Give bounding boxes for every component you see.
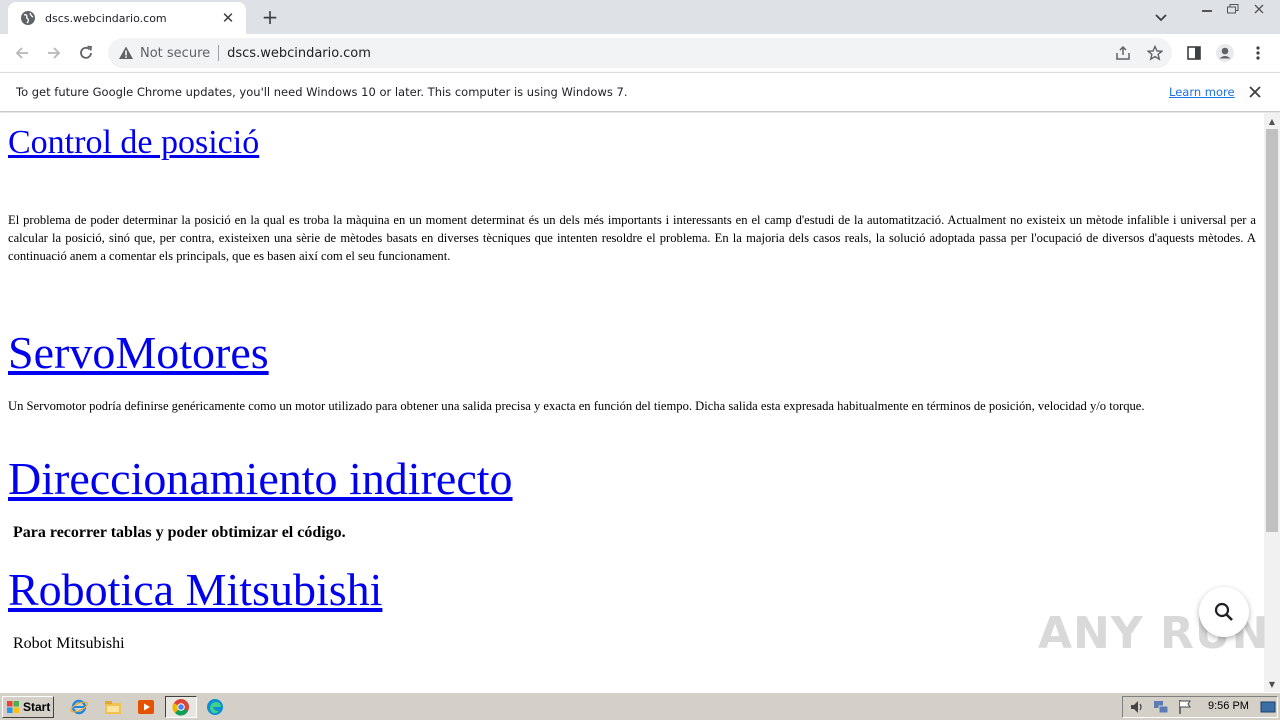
taskbar-clock[interactable]: 9:56 PM bbox=[1208, 700, 1249, 712]
minimize-icon[interactable] bbox=[1194, 0, 1220, 18]
text-robotica: Robot Mitsubishi bbox=[13, 635, 125, 652]
scroll-thumb[interactable] bbox=[1266, 129, 1278, 532]
infobar-message: To get future Google Chrome updates, you… bbox=[16, 85, 628, 99]
internet-explorer-icon[interactable] bbox=[70, 698, 88, 716]
start-button[interactable]: Start bbox=[2, 696, 54, 718]
new-tab-icon[interactable]: + bbox=[259, 5, 281, 29]
action-center-flag-icon[interactable] bbox=[1176, 698, 1194, 716]
heading-link-control-posicio[interactable]: Control de posició bbox=[8, 123, 259, 163]
tab-strip: dscs.webcindario.com ✕ + bbox=[0, 0, 1280, 34]
media-player-icon[interactable] bbox=[137, 698, 155, 716]
paragraph-servomotores: Un Servomotor podría definirse genéricam… bbox=[8, 399, 1145, 413]
page-content: Control de posició El problema de poder … bbox=[0, 113, 1264, 692]
floating-search-button[interactable] bbox=[1199, 587, 1249, 637]
browser-tab[interactable]: dscs.webcindario.com ✕ bbox=[8, 2, 246, 34]
scroll-down-arrow-icon[interactable]: ▼ bbox=[1264, 676, 1280, 692]
browser-toolbar: Not secure dscs.webcindario.com bbox=[0, 34, 1280, 72]
paragraph-control-posicio: El problema de poder determinar la posic… bbox=[8, 213, 1256, 263]
close-window-icon[interactable] bbox=[1246, 0, 1272, 18]
search-icon bbox=[1214, 602, 1233, 621]
menu-kebab-icon[interactable] bbox=[1246, 41, 1270, 65]
chrome-icon[interactable] bbox=[172, 698, 190, 716]
file-explorer-icon[interactable] bbox=[104, 698, 122, 716]
windows-taskbar: Start 9:56 PM bbox=[0, 692, 1280, 720]
infobar-close-icon[interactable] bbox=[1247, 84, 1263, 100]
forward-icon[interactable] bbox=[42, 41, 66, 65]
network-icon[interactable] bbox=[1152, 698, 1170, 716]
show-desktop-icon[interactable] bbox=[1259, 698, 1277, 716]
not-secure-label[interactable]: Not secure bbox=[140, 46, 210, 61]
window-controls bbox=[1194, 0, 1272, 18]
windows-flag-icon bbox=[7, 701, 19, 713]
bookmark-star-icon[interactable] bbox=[1146, 44, 1164, 62]
learn-more-link[interactable]: Learn more bbox=[1169, 85, 1235, 99]
edge-icon[interactable] bbox=[206, 698, 224, 716]
heading-link-servomotores[interactable]: ServoMotores bbox=[8, 327, 269, 379]
profile-avatar-icon[interactable] bbox=[1213, 41, 1237, 65]
heading-link-direccionamiento[interactable]: Direccionamiento indirecto bbox=[8, 453, 513, 505]
tab-close-icon[interactable]: ✕ bbox=[220, 9, 236, 27]
side-panel-icon[interactable] bbox=[1182, 41, 1206, 65]
tab-search-chevron-icon[interactable] bbox=[1152, 8, 1170, 26]
warning-icon[interactable] bbox=[118, 45, 134, 61]
start-label: Start bbox=[23, 700, 51, 714]
share-icon[interactable] bbox=[1114, 44, 1132, 62]
globe-icon bbox=[21, 11, 35, 25]
volume-icon[interactable] bbox=[1128, 698, 1146, 716]
scroll-up-arrow-icon[interactable]: ▲ bbox=[1264, 113, 1280, 129]
omnibox-separator bbox=[218, 45, 220, 61]
url-text[interactable]: dscs.webcindario.com bbox=[227, 46, 371, 61]
restore-icon[interactable] bbox=[1220, 0, 1246, 18]
vertical-scrollbar[interactable]: ▲ ▼ bbox=[1264, 113, 1280, 692]
address-bar[interactable]: Not secure dscs.webcindario.com bbox=[108, 38, 1172, 68]
reload-icon[interactable] bbox=[74, 41, 98, 65]
back-icon[interactable] bbox=[10, 41, 34, 65]
tab-title: dscs.webcindario.com bbox=[45, 11, 167, 25]
text-direccionamiento: Para recorrer tablas y poder obtimizar e… bbox=[13, 524, 346, 541]
omnibox-actions bbox=[1114, 44, 1164, 62]
update-infobar: To get future Google Chrome updates, you… bbox=[0, 72, 1280, 112]
heading-link-robotica[interactable]: Robotica Mitsubishi bbox=[8, 564, 382, 616]
